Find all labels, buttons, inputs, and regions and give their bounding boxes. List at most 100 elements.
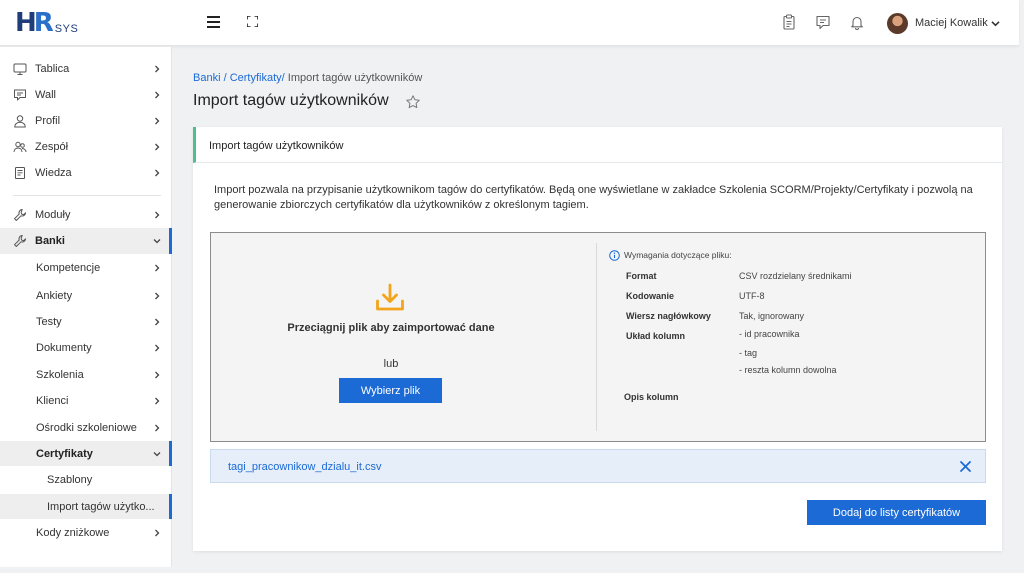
chevron-right-icon: [155, 529, 160, 537]
page-title: Import tagów użytkowników: [193, 92, 389, 109]
sidebar-item-osrodki[interactable]: Ośrodki szkoleniowe: [0, 415, 172, 441]
chevron-right-icon: [155, 117, 160, 125]
sidebar-item-klienci[interactable]: Klienci: [0, 388, 172, 414]
req-label-column-description: Opis kolumn: [624, 392, 679, 402]
sidebar-item-profil[interactable]: Profil: [0, 109, 172, 133]
sidebar-item-tablica[interactable]: Tablica: [0, 57, 172, 81]
card-header: Import tagów użytkowników: [193, 127, 1002, 163]
req-label-encoding: Kodowanie: [626, 291, 675, 301]
sidebar-item-wiedza[interactable]: Wiedza: [0, 161, 172, 185]
sidebar-item-label: Zespół: [35, 141, 69, 153]
card-title: Import tagów użytkowników: [209, 140, 344, 152]
req-label-format: Format: [626, 271, 657, 281]
sidebar: Tablica Wall Profil Zespół Wiedza Moduły…: [0, 47, 172, 567]
avatar[interactable]: [887, 13, 908, 34]
sidebar-item-label: Certyfikaty: [36, 447, 93, 460]
sidebar-item-label: Banki: [35, 235, 65, 247]
sidebar-item-label: Szkolenia: [36, 369, 84, 381]
sidebar-item-szkolenia[interactable]: Szkolenia: [0, 362, 172, 388]
sidebar-item-moduly[interactable]: Moduły: [0, 203, 172, 227]
chevron-right-icon: [155, 371, 160, 379]
import-card: Import tagów użytkowników Import pozwala…: [193, 127, 1002, 551]
star-icon[interactable]: [405, 94, 421, 110]
chevron-right-icon: [155, 424, 160, 432]
file-drop-zone[interactable]: Przeciągnij plik aby zaimportować dane l…: [210, 232, 986, 442]
active-indicator: [169, 228, 172, 254]
req-value-column-3: - reszta kolumn dowolna: [739, 365, 837, 375]
sidebar-item-kody-znizkowe[interactable]: Kody zniżkowe: [0, 520, 172, 546]
sidebar-item-label: Profil: [35, 115, 61, 127]
chevron-right-icon: [155, 169, 160, 177]
chevron-down-icon[interactable]: [991, 19, 1000, 28]
breadcrumb-certyfikaty[interactable]: Certyfikaty: [230, 72, 282, 84]
sidebar-item-label: Dokumenty: [36, 342, 92, 354]
sidebar-item-import-tagow[interactable]: Import tagów użytko...: [0, 494, 172, 519]
drop-zone-divider: [596, 243, 597, 431]
req-value-format: CSV rozdzielany średnikami: [739, 271, 852, 281]
sidebar-item-label: Wiedza: [35, 167, 72, 179]
user-name[interactable]: Maciej Kowalik: [915, 17, 988, 29]
logo[interactable]: HR SYS: [15, 9, 78, 37]
breadcrumb: Banki / Certyfikaty/ Import tagów użytko…: [193, 72, 422, 84]
req-label-header-row: Wiersz nagłówkowy: [626, 311, 711, 321]
sidebar-item-dokumenty[interactable]: Dokumenty: [0, 335, 172, 361]
download-icon: [376, 283, 404, 311]
chevron-right-icon: [155, 211, 160, 219]
sidebar-item-label: Tablica: [35, 63, 70, 75]
sidebar-item-label: Kompetencje: [36, 262, 101, 274]
chevron-right-icon: [155, 397, 160, 405]
breadcrumb-separator: /: [220, 72, 230, 84]
monitor-icon: [13, 63, 27, 75]
chevron-right-icon: [155, 143, 160, 151]
wrench-icon: [14, 235, 26, 247]
bell-icon[interactable]: [849, 14, 865, 30]
sidebar-item-ankiety[interactable]: Ankiety: [0, 283, 172, 309]
add-to-certificates-button[interactable]: Dodaj do listy certyfikatów: [807, 500, 986, 525]
info-icon: [609, 250, 620, 261]
drag-instruction: Przeciągnij plik aby zaimportować dane: [287, 322, 495, 334]
chevron-right-icon: [155, 292, 160, 300]
req-value-header-row: Tak, ignorowany: [739, 311, 805, 321]
logo-sub: SYS: [54, 23, 79, 35]
sidebar-divider: [13, 195, 161, 196]
chat-icon[interactable]: [815, 14, 831, 30]
req-value-column-2: - tag: [739, 348, 758, 358]
sidebar-item-label: Ankiety: [36, 290, 73, 302]
clipboard-icon[interactable]: [781, 14, 797, 30]
sidebar-item-kompetencje[interactable]: Kompetencje: [0, 255, 172, 281]
chevron-right-icon: [155, 318, 160, 326]
sidebar-item-label: Klienci: [36, 395, 69, 407]
close-icon[interactable]: [959, 460, 972, 473]
chevron-right-icon: [155, 65, 160, 73]
sidebar-item-banki[interactable]: Banki: [0, 228, 172, 254]
sidebar-item-testy[interactable]: Testy: [0, 309, 172, 335]
menu-icon[interactable]: [207, 16, 220, 28]
requirements-title: Wymagania dotyczące pliku:: [624, 250, 732, 260]
choose-file-button[interactable]: Wybierz plik: [339, 378, 442, 403]
sidebar-item-label: Wall: [35, 89, 56, 101]
req-value-encoding: UTF-8: [739, 291, 765, 301]
sidebar-item-label: Kody zniżkowe: [36, 527, 110, 539]
sidebar-item-zespol[interactable]: Zespół: [0, 135, 172, 159]
or-text: lub: [383, 358, 399, 370]
selected-file-bar: tagi_pracownikow_dzialu_it.csv: [210, 449, 986, 483]
sidebar-item-label: Import tagów użytko...: [47, 500, 155, 513]
sidebar-item-label: Ośrodki szkoleniowe: [36, 422, 137, 434]
active-indicator: [169, 441, 172, 466]
active-indicator: [169, 494, 172, 519]
top-bar: HR SYS Maciej Kowalik: [0, 0, 1019, 46]
team-icon: [13, 141, 27, 153]
sidebar-item-certyfikaty[interactable]: Certyfikaty: [0, 441, 172, 466]
breadcrumb-banki[interactable]: Banki: [193, 72, 221, 84]
fullscreen-icon[interactable]: [247, 16, 258, 27]
sidebar-item-wall[interactable]: Wall: [0, 83, 172, 107]
breadcrumb-current: Import tagów użytkowników: [287, 72, 423, 84]
chat-icon: [14, 89, 26, 101]
chevron-right-icon: [155, 91, 160, 99]
book-icon: [15, 167, 25, 179]
chevron-down-icon: [153, 451, 161, 456]
sidebar-item-szablony[interactable]: Szablony: [0, 467, 172, 493]
selected-file-name[interactable]: tagi_pracownikow_dzialu_it.csv: [228, 461, 381, 473]
req-label-column-layout: Układ kolumn: [626, 331, 686, 341]
chevron-down-icon: [153, 239, 161, 244]
